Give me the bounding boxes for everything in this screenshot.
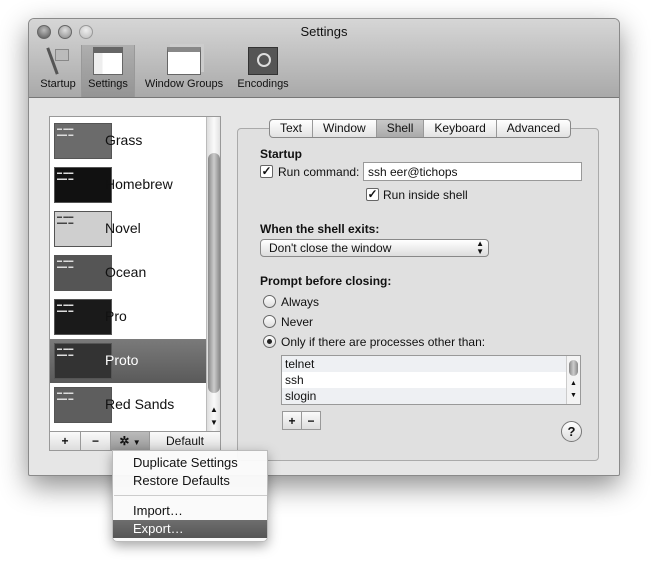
menu-item-duplicate-settings[interactable]: Duplicate Settings <box>113 454 267 472</box>
profile-item[interactable]: ▬ ▬▬ ▬▬ ▬ Red Sands <box>50 383 206 427</box>
remove-profile-button[interactable]: − <box>80 431 111 451</box>
tab-advanced[interactable]: Advanced <box>497 120 570 137</box>
default-button[interactable]: Default <box>149 431 221 451</box>
profile-list-scrollbar[interactable]: ▲ ▼ <box>206 117 220 431</box>
toolbar-encodings[interactable]: Encodings <box>233 45 293 97</box>
profile-item-selected[interactable]: ▬ ▬▬ ▬▬ ▬ Proto <box>50 339 206 383</box>
process-item[interactable]: ssh <box>282 372 566 388</box>
run-command-checkbox[interactable]: ✓ <box>260 165 273 178</box>
radio-never-label: Never <box>281 315 314 329</box>
un-flag-icon <box>248 47 278 75</box>
tab-window[interactable]: Window <box>313 120 377 137</box>
scrollbar-thumb[interactable] <box>208 153 220 393</box>
profile-item[interactable]: ▬ ▬▬ ▬▬ ▬ Homebrew <box>50 163 206 207</box>
profile-thumbnail: ▬ ▬▬ ▬▬ ▬ <box>54 387 112 423</box>
gear-icon: ✲ <box>119 434 130 448</box>
menu-item-restore-defaults[interactable]: Restore Defaults <box>113 472 267 490</box>
profile-thumbnail: ▬ ▬▬ ▬▬ ▬ <box>54 123 112 159</box>
help-button[interactable]: ? <box>561 421 582 442</box>
window-groups-icon <box>167 47 201 75</box>
menu-separator <box>114 495 267 496</box>
flag-icon <box>43 47 73 75</box>
add-process-button[interactable]: + <box>282 411 302 430</box>
up-down-arrows-icon: ▲ ▼ <box>476 239 484 256</box>
tab-text[interactable]: Text <box>270 120 314 137</box>
process-list-scrollbar[interactable]: ▲ ▼ <box>566 356 580 404</box>
profile-item[interactable]: ▬ ▬▬ ▬▬ ▬ Ocean <box>50 251 206 295</box>
remove-process-button[interactable]: − <box>301 411 321 430</box>
run-inside-shell-label: Run inside shell <box>383 188 468 202</box>
exit-action-select[interactable]: Don't close the window ▲ ▼ <box>260 239 489 257</box>
scroll-down-icon[interactable]: ▼ <box>570 392 577 399</box>
settings-tabs: Text Window Shell Keyboard Advanced <box>269 119 572 138</box>
settings-window-icon <box>93 47 123 75</box>
scroll-down-icon[interactable]: ▼ <box>210 418 218 427</box>
gear-menu-button[interactable]: ✲ ▼ <box>110 431 150 451</box>
profile-thumbnail: ▬ ▬▬ ▬▬ ▬ <box>54 211 112 247</box>
process-item[interactable]: telnet <box>282 356 566 372</box>
profile-list[interactable]: ▬ ▬▬ ▬▬ ▬ Grass ▬ ▬▬ ▬▬ ▬ Homebrew ▬ ▬▬ ▬▬ ▬ N… <box>49 116 221 432</box>
profile-thumbnail: ▬ ▬▬ ▬▬ ▬ <box>54 299 112 335</box>
radio-only-if[interactable] <box>263 335 276 348</box>
startup-heading: Startup <box>260 147 302 161</box>
menu-item-export[interactable]: Export… <box>113 520 267 538</box>
scroll-up-icon[interactable]: ▲ <box>570 380 577 387</box>
profile-thumbnail: ▬ ▬▬ ▬▬ ▬ <box>54 167 112 203</box>
profile-thumbnail: ▬ ▬▬ ▬▬ ▬ <box>54 343 112 379</box>
prompt-heading: Prompt before closing: <box>260 274 392 288</box>
profile-item[interactable]: ▬ ▬▬ ▬▬ ▬ Novel <box>50 207 206 251</box>
exit-heading: When the shell exits: <box>260 222 380 236</box>
radio-always-label: Always <box>281 295 320 309</box>
run-command-input[interactable]: ssh eer@tichops <box>363 162 582 181</box>
radio-always[interactable] <box>263 295 276 308</box>
radio-never[interactable] <box>263 315 276 328</box>
settings-window: Settings Startup Settings Window Groups … <box>28 18 620 476</box>
menu-item-import[interactable]: Import… <box>113 502 267 520</box>
run-inside-shell-checkbox[interactable]: ✓ <box>366 188 379 201</box>
tab-keyboard[interactable]: Keyboard <box>424 120 497 137</box>
chevron-down-icon: ▼ <box>132 438 141 447</box>
run-command-label: Run command: <box>278 165 360 179</box>
tab-shell[interactable]: Shell <box>376 120 425 137</box>
process-item[interactable]: slogin <box>282 388 566 404</box>
toolbar-settings[interactable]: Settings <box>81 45 135 97</box>
toolbar-startup[interactable]: Startup <box>35 45 81 97</box>
scroll-up-icon[interactable]: ▲ <box>210 405 218 414</box>
process-list[interactable]: telnet ssh slogin ▲ ▼ <box>281 355 581 405</box>
title-bar: Settings Startup Settings Window Groups … <box>29 19 619 98</box>
profile-thumbnail: ▬ ▬▬ ▬▬ ▬ <box>54 255 112 291</box>
scrollbar-thumb[interactable] <box>569 360 578 376</box>
profile-item[interactable]: ▬ ▬▬ ▬▬ ▬ Grass <box>50 119 206 163</box>
profile-item[interactable]: ▬ ▬▬ ▬▬ ▬ Pro <box>50 295 206 339</box>
shell-tab-panel: Startup ✓ Run command: ssh eer@tichops ✓… <box>237 128 599 461</box>
gear-dropdown-menu: Duplicate Settings Restore Defaults Impo… <box>112 450 268 542</box>
add-profile-button[interactable]: + <box>49 431 81 451</box>
toolbar-window-groups[interactable]: Window Groups <box>137 45 231 97</box>
window-title: Settings <box>300 24 348 39</box>
radio-only-if-label: Only if there are processes other than: <box>281 335 486 349</box>
